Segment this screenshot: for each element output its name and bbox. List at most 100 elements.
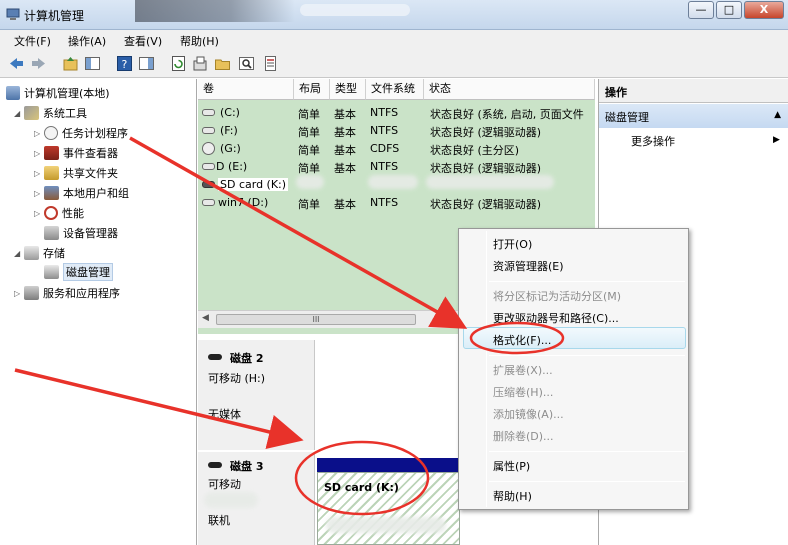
cell-layout: 简单 (298, 126, 320, 139)
cell-status: 状态良好 (逻辑驱动器) (430, 162, 542, 175)
properties-icon[interactable] (192, 55, 209, 72)
menu-item-delete[interactable]: 删除卷(D)... (493, 428, 554, 444)
column-layout[interactable]: 布局 (294, 79, 330, 100)
close-button[interactable]: X (744, 1, 784, 19)
svg-text:?: ? (122, 58, 128, 71)
cell-status: 状态良好 (逻辑驱动器) (430, 126, 542, 139)
tools-icon (24, 106, 39, 120)
more-actions-item[interactable]: 更多操作 (631, 133, 675, 149)
tree-item-shared-folders[interactable]: ▷ 共享文件夹 (34, 164, 118, 182)
column-filesystem[interactable]: 文件系统 (366, 79, 424, 100)
tree-label-shared-folders: 共享文件夹 (63, 167, 118, 180)
show-hide-action-icon[interactable] (138, 55, 155, 72)
expand-arrow-icon[interactable]: ▷ (34, 209, 44, 218)
up-icon[interactable] (62, 55, 79, 72)
tree-item-storage[interactable]: ◢ 存储 (14, 244, 65, 262)
disk-icon (208, 462, 222, 468)
tree-label-system-tools: 系统工具 (43, 107, 87, 120)
tree-item-system-tools[interactable]: ◢ 系统工具 (14, 104, 87, 122)
menu-item-properties[interactable]: 属性(P) (493, 458, 530, 474)
menu-view[interactable]: 查看(V) (124, 33, 162, 49)
refresh-icon[interactable] (170, 55, 187, 72)
disk-icon (208, 354, 222, 360)
actions-section-disk-management[interactable]: 磁盘管理 ▲ (599, 104, 788, 128)
table-row[interactable]: SD card (K:) (198, 176, 595, 194)
cell-volume: SD card (K:) (218, 178, 289, 191)
tree-item-device-manager[interactable]: 设备管理器 (44, 224, 118, 242)
tree-label-device-manager: 设备管理器 (63, 227, 118, 240)
cell-filesystem: CDFS (370, 142, 400, 155)
tree-item-task-scheduler[interactable]: ▷ 任务计划程序 (34, 124, 128, 142)
settings-list-icon[interactable] (262, 55, 279, 72)
collapse-arrow-icon[interactable]: ◢ (14, 109, 24, 118)
menu-item-extend[interactable]: 扩展卷(X)... (493, 362, 553, 378)
tree-item-performance[interactable]: ▷ 性能 (34, 204, 84, 222)
menu-bar: 文件(F) 操作(A) 查看(V) 帮助(H) (0, 30, 788, 50)
search-icon[interactable] (238, 55, 255, 72)
title-decoration-blur (300, 4, 410, 16)
table-row[interactable]: win7 (D:) 简单 基本 NTFS 状态良好 (逻辑驱动器) (198, 194, 595, 212)
expand-arrow-icon[interactable]: ▷ (34, 189, 44, 198)
disk-3-info[interactable]: 磁盘 3 可移动 联机 (198, 452, 315, 545)
open-folder-icon[interactable] (214, 55, 231, 72)
menu-item-open[interactable]: 打开(O) (493, 236, 532, 252)
drive-icon (202, 127, 215, 134)
context-menu: 打开(O) 资源管理器(E) 将分区标记为活动分区(M) 更改驱动器号和路径(C… (458, 228, 689, 510)
menu-item-shrink[interactable]: 压缩卷(H)... (493, 384, 553, 400)
collapse-arrow-icon[interactable]: ◢ (14, 249, 24, 258)
disk-2-info[interactable]: 磁盘 2 可移动 (H:) 无媒体 (198, 340, 315, 450)
tree-item-event-viewer[interactable]: ▷ 事件查看器 (34, 144, 118, 162)
collapse-up-icon[interactable]: ▲ (774, 110, 781, 120)
column-volume[interactable]: 卷 (198, 79, 294, 100)
storage-icon (24, 246, 39, 260)
show-hide-tree-icon[interactable] (84, 55, 101, 72)
cell-type: 基本 (334, 126, 356, 139)
drive-icon (202, 199, 215, 206)
cell-layout: 简单 (298, 108, 320, 121)
maximize-button[interactable]: □ (716, 1, 742, 19)
sd-card-partition[interactable]: SD card (K:) (317, 472, 460, 545)
expand-arrow-icon[interactable]: ▷ (34, 129, 44, 138)
tree-item-services[interactable]: ▷ 服务和应用程序 (14, 284, 120, 302)
menu-item-change-letter[interactable]: 更改驱动器号和路径(C)... (493, 310, 619, 326)
menu-item-help[interactable]: 帮助(H) (493, 488, 532, 504)
menu-file[interactable]: 文件(F) (14, 33, 51, 49)
disk-2-name: 磁盘 2 (230, 352, 264, 365)
toolbar: ? (0, 50, 788, 78)
forward-icon[interactable] (30, 55, 47, 72)
table-row[interactable]: D (E:) 简单 基本 NTFS 状态良好 (逻辑驱动器) (198, 158, 595, 176)
menu-item-mark-active[interactable]: 将分区标记为活动分区(M) (493, 288, 621, 304)
menu-action[interactable]: 操作(A) (68, 33, 106, 49)
tree-item-local-users[interactable]: ▷ 本地用户和组 (34, 184, 129, 202)
tree-label-storage: 存储 (43, 247, 65, 260)
partition-label: SD card (K:) (324, 481, 399, 494)
expand-arrow-icon[interactable]: ▷ (34, 149, 44, 158)
tree-item-disk-management[interactable]: 磁盘管理 (44, 263, 113, 281)
submenu-arrow-icon[interactable]: ▶ (773, 135, 780, 145)
back-icon[interactable] (8, 55, 25, 72)
blurred-region (326, 517, 446, 533)
scroll-thumb[interactable]: III (216, 314, 416, 325)
device-manager-icon (44, 226, 59, 240)
scroll-left-arrow-icon[interactable]: ◀ (202, 313, 209, 323)
table-row[interactable]: (F:) 简单 基本 NTFS 状态良好 (逻辑驱动器) (198, 122, 595, 140)
tree-item-root[interactable]: 计算机管理(本地) (6, 84, 110, 102)
menu-separator (489, 481, 685, 482)
table-row[interactable]: (C:) 简单 基本 NTFS 状态良好 (系统, 启动, 页面文件 (198, 104, 595, 122)
menu-icon-column (486, 231, 487, 507)
services-icon (24, 286, 39, 300)
expand-arrow-icon[interactable]: ▷ (14, 289, 24, 298)
menu-item-format[interactable]: 格式化(F)... (493, 332, 551, 348)
menu-item-explorer[interactable]: 资源管理器(E) (493, 258, 564, 274)
menu-item-add-mirror[interactable]: 添加镜像(A)... (493, 406, 564, 422)
minimize-button[interactable]: — (688, 1, 714, 19)
column-status[interactable]: 状态 (424, 79, 595, 100)
computer-icon (6, 86, 20, 100)
tree-label-task-scheduler: 任务计划程序 (62, 127, 128, 140)
table-row[interactable]: (G:) 简单 基本 CDFS 状态良好 (主分区) (198, 140, 595, 158)
help-icon[interactable]: ? (116, 55, 133, 72)
expand-arrow-icon[interactable]: ▷ (34, 169, 44, 178)
column-type[interactable]: 类型 (330, 79, 366, 100)
menu-help[interactable]: 帮助(H) (180, 33, 219, 49)
disk-management-icon (44, 265, 59, 279)
